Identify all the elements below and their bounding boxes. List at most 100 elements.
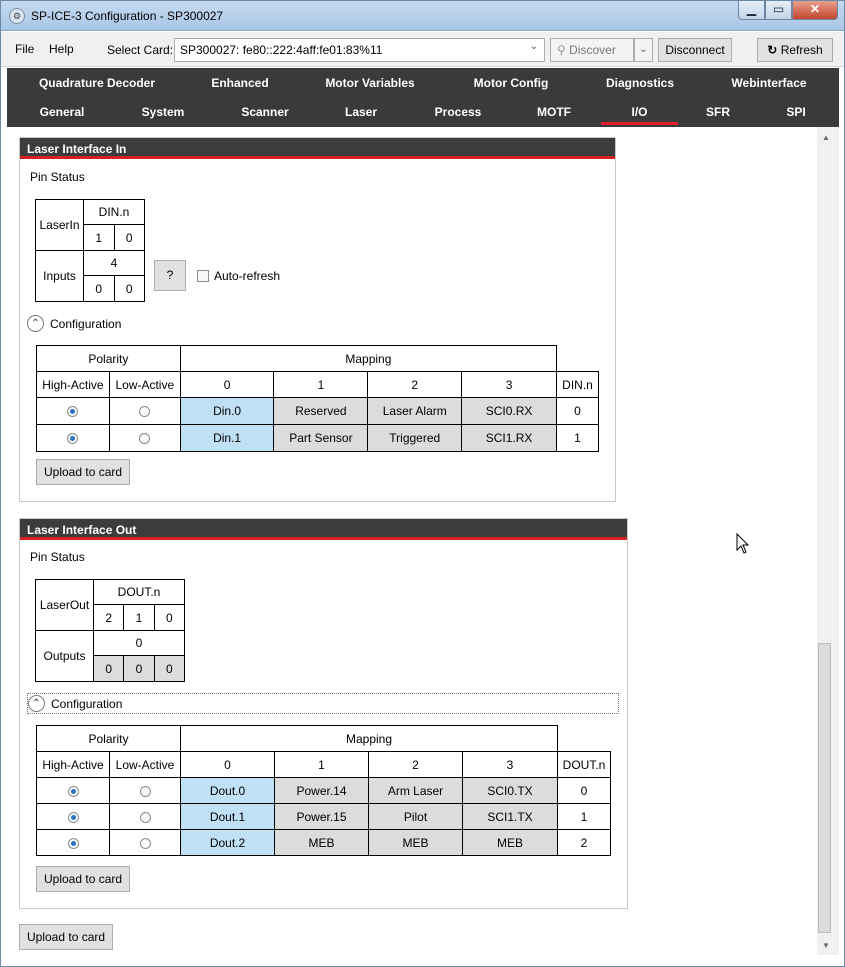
laser-in-pin-table: LaserIn DIN.n 1 0 Inputs 4 0 0: [35, 199, 145, 302]
laserin-label: LaserIn: [35, 199, 84, 251]
tab-system[interactable]: System: [133, 105, 193, 119]
mapping-cell[interactable]: Dout.0: [180, 777, 275, 804]
inputs-label: Inputs: [35, 250, 84, 302]
app-icon: ⚙: [9, 8, 25, 24]
high-active-radio[interactable]: [67, 433, 79, 445]
discover-button[interactable]: ⚲ Discover: [550, 38, 634, 62]
low-active-radio[interactable]: [139, 811, 151, 823]
tab-sfr[interactable]: SFR: [693, 105, 743, 119]
mapping-cell[interactable]: Power.14: [274, 777, 369, 804]
refresh-button[interactable]: ↻ Refresh: [757, 38, 833, 62]
auto-refresh-checkbox[interactable]: Auto-refresh: [197, 269, 280, 283]
low-active-radio[interactable]: [139, 837, 151, 849]
menu-file[interactable]: File: [15, 42, 34, 56]
mapping-cell[interactable]: Din.0: [179, 397, 275, 425]
mapping-cell[interactable]: Triggered: [367, 424, 463, 452]
mapping-cell[interactable]: SCI1.RX: [461, 424, 557, 452]
tab-motor-config[interactable]: Motor Config: [461, 76, 561, 90]
mapping-cell[interactable]: Pilot: [368, 803, 463, 830]
dout-header: DOUT.n: [93, 579, 185, 605]
mapping-cell[interactable]: Dout.2: [180, 829, 275, 856]
high-active-radio[interactable]: [67, 785, 79, 797]
din-bit-1: 1: [83, 224, 115, 251]
checkbox-box[interactable]: [197, 270, 209, 282]
chevron-down-icon: ⌄: [639, 44, 648, 55]
tab-scanner[interactable]: Scanner: [232, 105, 298, 119]
menu-help[interactable]: Help: [49, 42, 74, 56]
output-bit-0[interactable]: 0: [153, 655, 186, 682]
mapping-cell[interactable]: SCI1.TX: [462, 803, 558, 830]
laser-out-configuration-expander[interactable]: ⌃ Configuration: [27, 693, 619, 714]
dout-index-cell: 0: [557, 777, 611, 804]
laser-out-upload-button[interactable]: Upload to card: [36, 866, 131, 892]
pin-status-label: Pin Status: [30, 550, 85, 564]
low-active-radio[interactable]: [139, 406, 151, 418]
output-bit-2[interactable]: 0: [92, 655, 125, 682]
mapping-cell[interactable]: MEB: [368, 829, 463, 856]
laser-out-pin-table: LaserOut DOUT.n 2 1 0 Outputs 0 0 0 0: [35, 579, 186, 682]
scroll-up-icon[interactable]: ▲: [822, 133, 830, 142]
laser-in-config-table: Polarity Mapping High-Active Low-Active …: [36, 345, 599, 452]
dout-bit-0: 0: [153, 604, 186, 631]
low-active-header: Low-Active: [108, 371, 181, 398]
tab-webinterface[interactable]: Webinterface: [719, 76, 819, 90]
mapping-cell[interactable]: Reserved: [273, 397, 369, 425]
select-card-value: SP300027: fe80::222:4aff:fe01:83%11: [180, 43, 383, 57]
mapping-cell[interactable]: Laser Alarm: [367, 397, 463, 425]
laser-in-upload-button[interactable]: Upload to card: [36, 459, 131, 485]
maximize-button[interactable]: ▭: [765, 1, 792, 20]
table-row: Dout.1 Power.15 Pilot SCI1.TX 1: [36, 803, 611, 830]
global-upload-button[interactable]: Upload to card: [19, 924, 114, 950]
tab-motf[interactable]: MOTF: [527, 105, 581, 119]
tab-enhanced[interactable]: Enhanced: [197, 76, 283, 90]
title-bar[interactable]: ⚙ SP-ICE-3 Configuration - SP300027 ▁ ▭ …: [1, 1, 844, 31]
mapping-cell[interactable]: MEB: [274, 829, 369, 856]
laser-in-configuration-expander[interactable]: ⌃ Configuration: [27, 315, 121, 332]
mapping-cell[interactable]: Power.15: [274, 803, 369, 830]
high-active-radio[interactable]: [67, 811, 79, 823]
discover-dropdown-button[interactable]: ⌄: [634, 38, 653, 62]
laser-interface-in-header: Laser Interface In: [20, 138, 615, 159]
mapping-cell[interactable]: Dout.1: [180, 803, 275, 830]
mapping-cell[interactable]: MEB: [462, 829, 558, 856]
laser-interface-out-header: Laser Interface Out: [20, 519, 627, 540]
low-active-radio[interactable]: [139, 785, 151, 797]
mapping-col-2: 2: [367, 371, 463, 398]
tab-quadrature-decoder[interactable]: Quadrature Decoder: [27, 76, 167, 90]
output-bit-1[interactable]: 0: [123, 655, 155, 682]
pin-status-label: Pin Status: [30, 170, 85, 184]
dout-bit-1: 1: [123, 604, 155, 631]
mapping-header: Mapping: [179, 345, 558, 372]
tab-spi[interactable]: SPI: [771, 105, 821, 119]
table-row: Din.1 Part Sensor Triggered SCI1.RX 1: [36, 424, 599, 452]
mapping-cell[interactable]: Part Sensor: [273, 424, 369, 452]
tab-laser[interactable]: Laser: [333, 105, 389, 119]
scrollbar-thumb[interactable]: [818, 643, 831, 933]
close-button[interactable]: ✕: [792, 1, 838, 20]
din-header: DIN.n: [83, 199, 145, 225]
disconnect-button[interactable]: Disconnect: [658, 38, 732, 62]
mapping-cell[interactable]: Din.1: [179, 424, 275, 452]
laser-interface-out-group: Laser Interface Out Pin Status LaserOut …: [19, 518, 628, 909]
pin-status-help-button[interactable]: ?: [154, 260, 186, 291]
input-bit-0: 0: [113, 275, 145, 302]
chevron-down-icon: ⌄: [529, 41, 538, 52]
toolbar: File Help Select Card: SP300027: fe80::2…: [1, 32, 844, 67]
high-active-radio[interactable]: [67, 837, 79, 849]
mapping-cell[interactable]: Arm Laser: [368, 777, 463, 804]
select-card-combobox[interactable]: SP300027: fe80::222:4aff:fe01:83%11 ⌄: [174, 38, 545, 62]
mapping-cell[interactable]: SCI0.RX: [461, 397, 557, 425]
tab-diagnostics[interactable]: Diagnostics: [592, 76, 688, 90]
high-active-radio[interactable]: [67, 406, 79, 418]
din-index-cell: 0: [556, 397, 599, 425]
vertical-scrollbar[interactable]: ▲ ▼: [817, 127, 839, 955]
tab-process[interactable]: Process: [427, 105, 489, 119]
tab-motor-variables[interactable]: Motor Variables: [315, 76, 425, 90]
scroll-down-icon[interactable]: ▼: [822, 941, 830, 950]
low-active-radio[interactable]: [139, 433, 151, 445]
minimize-button[interactable]: ▁: [738, 1, 765, 20]
discover-label: Discover: [569, 43, 616, 57]
tab-io[interactable]: I/O: [601, 105, 678, 119]
tab-general[interactable]: General: [31, 105, 93, 119]
mapping-cell[interactable]: SCI0.TX: [462, 777, 558, 804]
